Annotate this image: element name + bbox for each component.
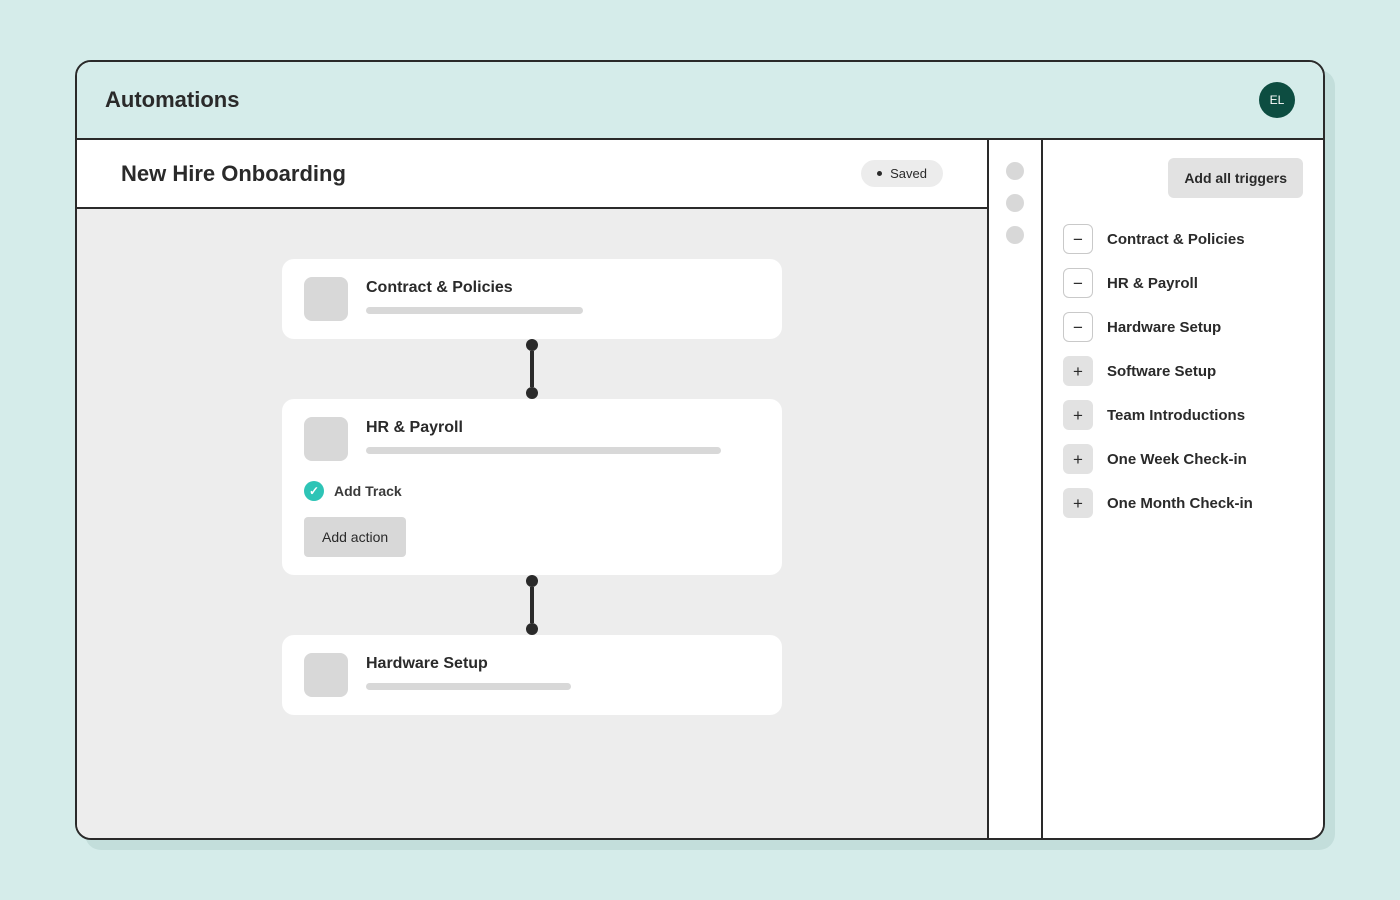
trigger-item-one-week-checkin[interactable]: + One Week Check-in <box>1063 444 1303 474</box>
node-thumbnail-icon <box>304 653 348 697</box>
trigger-item-contract-policies[interactable]: − Contract & Policies <box>1063 224 1303 254</box>
add-all-triggers-button[interactable]: Add all triggers <box>1168 158 1303 198</box>
option-dot-icon[interactable] <box>1006 162 1024 180</box>
trigger-label: HR & Payroll <box>1107 275 1198 292</box>
trigger-item-software-setup[interactable]: + Software Setup <box>1063 356 1303 386</box>
node-thumbnail-icon <box>304 277 348 321</box>
trigger-list: − Contract & Policies − HR & Payroll − H… <box>1063 224 1303 518</box>
trigger-label: Hardware Setup <box>1107 319 1221 336</box>
automation-title: New Hire Onboarding <box>121 161 346 187</box>
option-dot-icon[interactable] <box>1006 194 1024 212</box>
node-title: HR & Payroll <box>366 419 760 437</box>
plus-icon[interactable]: + <box>1063 444 1093 474</box>
minus-icon[interactable]: − <box>1063 268 1093 298</box>
triggers-panel: Add all triggers − Contract & Policies −… <box>1043 140 1323 838</box>
plus-icon[interactable]: + <box>1063 356 1093 386</box>
flow-canvas[interactable]: Contract & Policies <box>77 209 987 838</box>
page-title: Automations <box>105 87 239 113</box>
node-thumbnail-icon <box>304 417 348 461</box>
flow-connector <box>526 339 538 399</box>
trigger-label: Team Introductions <box>1107 407 1245 424</box>
minus-icon[interactable]: − <box>1063 224 1093 254</box>
option-dot-icon[interactable] <box>1006 226 1024 244</box>
flow-node[interactable]: HR & Payroll ✓ Add Track Add action <box>282 399 782 575</box>
trigger-label: Software Setup <box>1107 363 1216 380</box>
trigger-label: One Month Check-in <box>1107 495 1253 512</box>
trigger-item-team-introductions[interactable]: + Team Introductions <box>1063 400 1303 430</box>
flow-node[interactable]: Contract & Policies <box>282 259 782 339</box>
automation-header: New Hire Onboarding Saved <box>77 140 987 209</box>
node-title: Hardware Setup <box>366 655 760 673</box>
status-badge: Saved <box>861 160 943 187</box>
trigger-label: One Week Check-in <box>1107 451 1247 468</box>
more-options-column <box>989 140 1043 838</box>
flow-connector <box>526 575 538 635</box>
add-track-button[interactable]: ✓ Add Track <box>304 481 760 501</box>
node-title: Contract & Policies <box>366 279 760 297</box>
trigger-item-hr-payroll[interactable]: − HR & Payroll <box>1063 268 1303 298</box>
header-bar: Automations EL <box>77 62 1323 140</box>
status-badge-label: Saved <box>890 166 927 181</box>
minus-icon[interactable]: − <box>1063 312 1093 342</box>
app-window: Automations EL New Hire Onboarding Saved <box>75 60 1325 840</box>
flow-node[interactable]: Hardware Setup <box>282 635 782 715</box>
plus-icon[interactable]: + <box>1063 488 1093 518</box>
add-action-button[interactable]: Add action <box>304 517 406 557</box>
checkmark-icon: ✓ <box>304 481 324 501</box>
trigger-item-one-month-checkin[interactable]: + One Month Check-in <box>1063 488 1303 518</box>
placeholder-line <box>366 683 571 690</box>
add-track-label: Add Track <box>334 483 402 499</box>
avatar[interactable]: EL <box>1259 82 1295 118</box>
trigger-item-hardware-setup[interactable]: − Hardware Setup <box>1063 312 1303 342</box>
placeholder-line <box>366 307 583 314</box>
trigger-label: Contract & Policies <box>1107 231 1245 248</box>
placeholder-line <box>366 447 721 454</box>
plus-icon[interactable]: + <box>1063 400 1093 430</box>
